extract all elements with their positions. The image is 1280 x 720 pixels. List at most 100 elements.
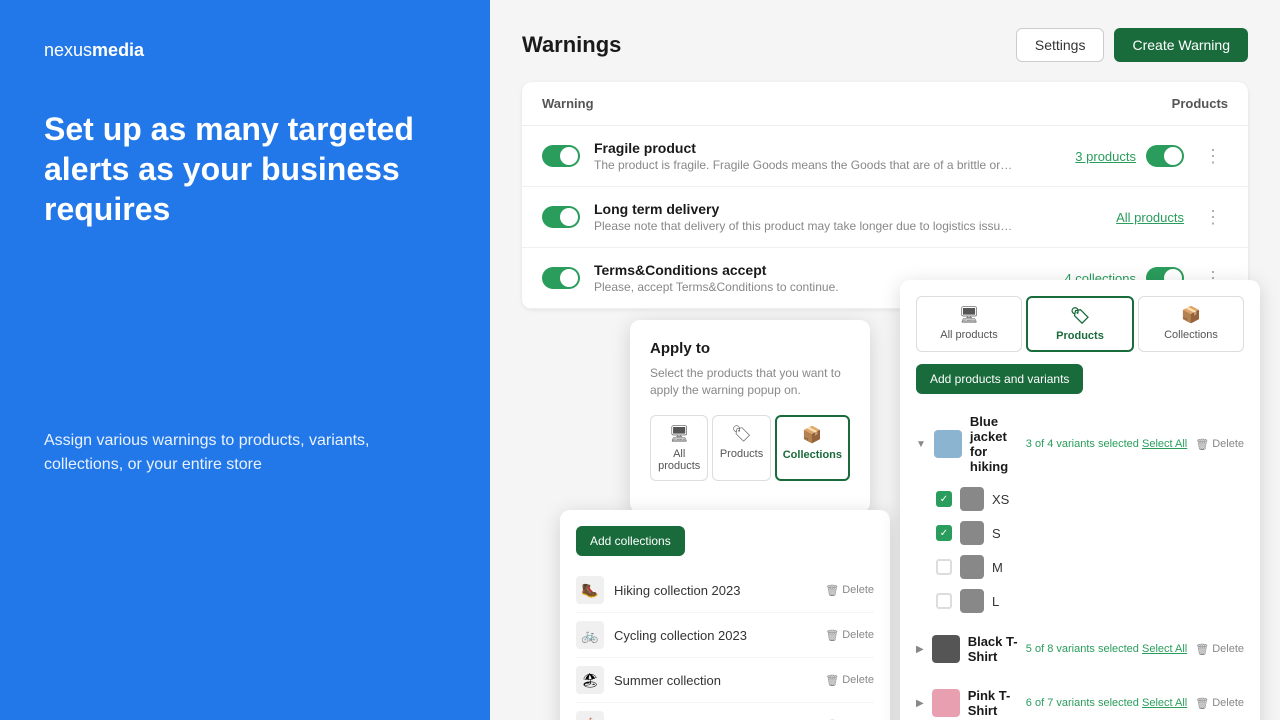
product-name: Black T-Shirt <box>968 634 1018 664</box>
variant-checkbox-l[interactable] <box>936 593 952 609</box>
chevron-right-icon[interactable]: ▶ <box>916 698 924 709</box>
table-row: Long term delivery Please note that deli… <box>522 187 1248 248</box>
warning-name: Terms&Conditions accept <box>594 262 1050 278</box>
product-name: Pink T-Shirt <box>968 688 1018 718</box>
collection-item: 🚲 Cycling collection 2023 🗑 Delete <box>576 613 874 658</box>
tab-collections[interactable]: 📦 Collections <box>775 415 850 481</box>
warning-products-terms: 4 collections <box>1064 267 1184 289</box>
select-all-link[interactable]: Select All <box>1142 438 1187 450</box>
apply-to-popup: Apply to Select the products that you wa… <box>630 320 870 513</box>
header-actions: Settings Create Warning <box>1016 28 1248 62</box>
more-icon-terms[interactable]: ⋮ <box>1198 266 1228 291</box>
products-icon: 🏷 <box>731 424 751 444</box>
delete-collection-btn[interactable]: 🗑 Delete <box>825 584 874 597</box>
delete-product-btn[interactable]: 🗑 Delete <box>1195 697 1244 710</box>
tab-all-label-2: All products <box>940 329 997 341</box>
tab-products-label: Products <box>720 448 763 460</box>
page-title: Warnings <box>522 32 621 58</box>
warning-name: Fragile product <box>594 140 1061 156</box>
variant-checkbox-s[interactable]: ✓ <box>936 525 952 541</box>
product-thumb <box>932 689 960 717</box>
apply-popup-desc: Select the products that you want to app… <box>650 365 850 399</box>
collections-icon: 📦 <box>802 425 822 445</box>
variant-checkbox-xs[interactable]: ✓ <box>936 491 952 507</box>
delete-collection-btn[interactable]: 🗑 Delete <box>825 629 874 642</box>
variant-row: ✓ S <box>916 516 1244 550</box>
variant-size: XS <box>992 492 1244 507</box>
right-panel: Warnings Settings Create Warning Warning… <box>490 0 1280 720</box>
chevron-right-icon[interactable]: ▶ <box>916 644 924 655</box>
page-header: Warnings Settings Create Warning <box>522 28 1248 62</box>
delete-product-btn[interactable]: 🗑 Delete <box>1195 438 1244 451</box>
variant-row: ✓ XS <box>916 482 1244 516</box>
product-group-header: ▶ Black T-Shirt 5 of 8 variants selected… <box>916 626 1244 672</box>
toggle-green-terms[interactable] <box>1146 267 1184 289</box>
tab-products[interactable]: 🏷 Products <box>712 415 770 481</box>
col-products: Products <box>1172 96 1228 111</box>
product-name: Blue jacket for hiking <box>970 414 1018 474</box>
product-thumb <box>934 430 962 458</box>
trash-icon: 🗑 <box>825 584 839 597</box>
trash-icon: 🗑 <box>1195 697 1209 710</box>
col-warning: Warning <box>542 96 594 111</box>
trash-icon: 🗑 <box>1195 643 1209 656</box>
delete-product-btn[interactable]: 🗑 Delete <box>1195 643 1244 656</box>
variant-thumb <box>960 589 984 613</box>
apply-popup-title: Apply to <box>650 340 850 357</box>
collections-popup: Add collections 🥾 Hiking collection 2023… <box>560 510 890 720</box>
tab-all-label: All products <box>657 448 701 472</box>
more-icon-fragile[interactable]: ⋮ <box>1198 144 1228 169</box>
hero-text: Set up as many targeted alerts as your b… <box>44 109 446 229</box>
variant-size: L <box>992 594 1244 609</box>
collection-icon: 🏖 <box>576 666 604 694</box>
trash-icon: 🗑 <box>825 674 839 687</box>
apply-tab-selector: 🖥 All products 🏷 Products 📦 Collections <box>650 415 850 481</box>
delete-collection-btn[interactable]: 🗑 Delete <box>825 674 874 687</box>
create-warning-button[interactable]: Create Warning <box>1114 28 1248 62</box>
products-popup: 🖥 All products 🏷 Products 📦 Collections … <box>900 280 1260 720</box>
more-icon-delivery[interactable]: ⋮ <box>1198 205 1228 230</box>
tab-all-products[interactable]: 🖥 All products <box>650 415 708 481</box>
add-collections-button[interactable]: Add collections <box>576 526 685 556</box>
products-link-fragile[interactable]: 3 products <box>1075 149 1136 164</box>
products-link-delivery[interactable]: All products <box>1116 210 1184 225</box>
collection-name: Cycling collection 2023 <box>614 628 815 643</box>
warning-desc: Please, accept Terms&Conditions to conti… <box>594 280 1014 294</box>
variant-thumb <box>960 487 984 511</box>
toggle-green-fragile[interactable] <box>1146 145 1184 167</box>
all-products-icon: 🖥 <box>669 424 689 444</box>
trash-icon: 🗑 <box>825 629 839 642</box>
add-products-button[interactable]: Add products and variants <box>916 364 1083 394</box>
toggle-fragile[interactable] <box>542 145 580 167</box>
trash-icon: 🗑 <box>1195 438 1209 451</box>
product-group-black: ▶ Black T-Shirt 5 of 8 variants selected… <box>916 626 1244 672</box>
variant-thumb <box>960 521 984 545</box>
variant-row: L <box>916 584 1244 618</box>
toggle-delivery[interactable] <box>542 206 580 228</box>
variant-size: S <box>992 526 1244 541</box>
warning-desc: The product is fragile. Fragile Goods me… <box>594 158 1014 172</box>
collection-item: 🥾 Hiking collection 2023 🗑 Delete <box>576 568 874 613</box>
collection-icon: 🥾 <box>576 576 604 604</box>
settings-button[interactable]: Settings <box>1016 28 1105 62</box>
variant-thumb <box>960 555 984 579</box>
variant-meta: 5 of 8 variants selected Select All <box>1026 643 1187 655</box>
toggle-terms[interactable] <box>542 267 580 289</box>
collection-icon: 🚲 <box>576 621 604 649</box>
chevron-down-icon[interactable]: ▼ <box>916 439 926 450</box>
table-row: Terms&Conditions accept Please, accept T… <box>522 248 1248 309</box>
products-link-terms[interactable]: 4 collections <box>1064 271 1136 286</box>
variant-size: M <box>992 560 1244 575</box>
warning-info-terms: Terms&Conditions accept Please, accept T… <box>594 262 1050 294</box>
warning-info-delivery: Long term delivery Please note that deli… <box>594 201 1102 233</box>
variant-row: M <box>916 550 1244 584</box>
product-thumb <box>932 635 960 663</box>
select-all-link[interactable]: Select All <box>1142 697 1187 709</box>
select-all-link[interactable]: Select All <box>1142 643 1187 655</box>
products-icon-2: 🏷 <box>1070 306 1090 326</box>
variant-checkbox-m[interactable] <box>936 559 952 575</box>
warning-name: Long term delivery <box>594 201 1102 217</box>
product-group-jacket: ▼ Blue jacket for hiking 3 of 4 variants… <box>916 406 1244 618</box>
logo: nexusmedia <box>44 40 446 61</box>
tab-collections-label-2: Collections <box>1164 329 1218 341</box>
